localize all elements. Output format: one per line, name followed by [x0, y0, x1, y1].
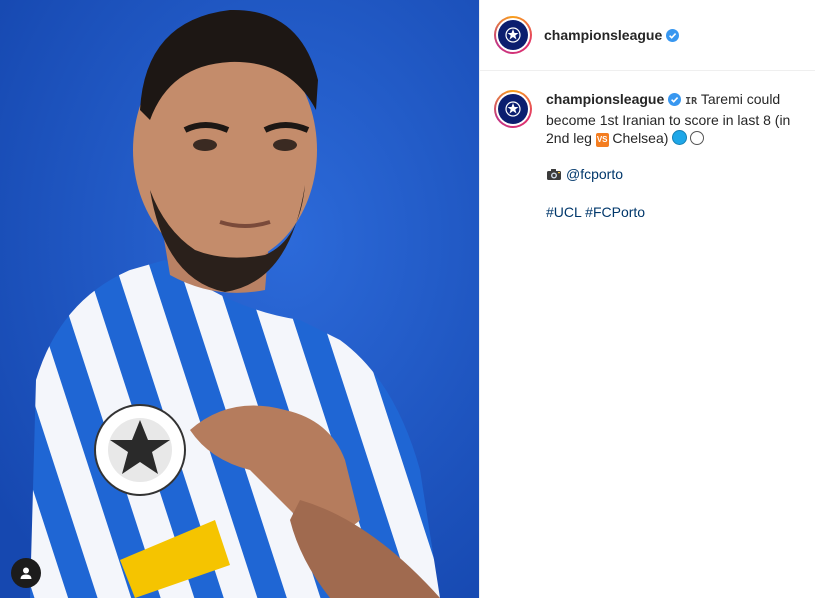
iran-flag-icon: IR — [685, 96, 698, 107]
post-sidebar: championsleague championsleague IR Tarem… — [479, 0, 815, 598]
starball-logo-icon — [505, 101, 521, 117]
camera-icon — [546, 167, 562, 185]
tagged-users-button[interactable] — [11, 558, 41, 588]
starball-logo-icon — [505, 27, 521, 43]
verified-badge-icon — [666, 28, 680, 42]
vs-icon: VS — [595, 133, 609, 147]
username-link[interactable]: championsleague — [544, 27, 662, 43]
post-photo[interactable] — [0, 0, 479, 598]
caption-text: championsleague IR Taremi could become 1… — [546, 90, 796, 147]
hashtag-fcporto-link[interactable]: #FCPorto — [585, 204, 645, 220]
verified-badge-icon — [668, 93, 682, 106]
hashtags: #UCL #FCPorto — [546, 203, 796, 221]
avatar[interactable] — [494, 16, 532, 54]
mention-link[interactable]: @fcporto — [566, 166, 623, 182]
player-photo-illustration — [0, 0, 479, 598]
caption-username-link[interactable]: championsleague — [546, 91, 664, 107]
blue-circle-icon — [672, 130, 688, 145]
white-circle-icon — [690, 131, 705, 145]
caption-avatar[interactable] — [494, 90, 532, 128]
post-header: championsleague — [480, 0, 815, 71]
photo-credit: @fcporto — [546, 165, 796, 185]
user-icon — [20, 567, 32, 579]
post-caption: championsleague IR Taremi could become 1… — [480, 71, 815, 221]
caption-line-end: Chelsea) — [612, 130, 669, 146]
hashtag-ucl-link[interactable]: #UCL — [546, 204, 581, 220]
